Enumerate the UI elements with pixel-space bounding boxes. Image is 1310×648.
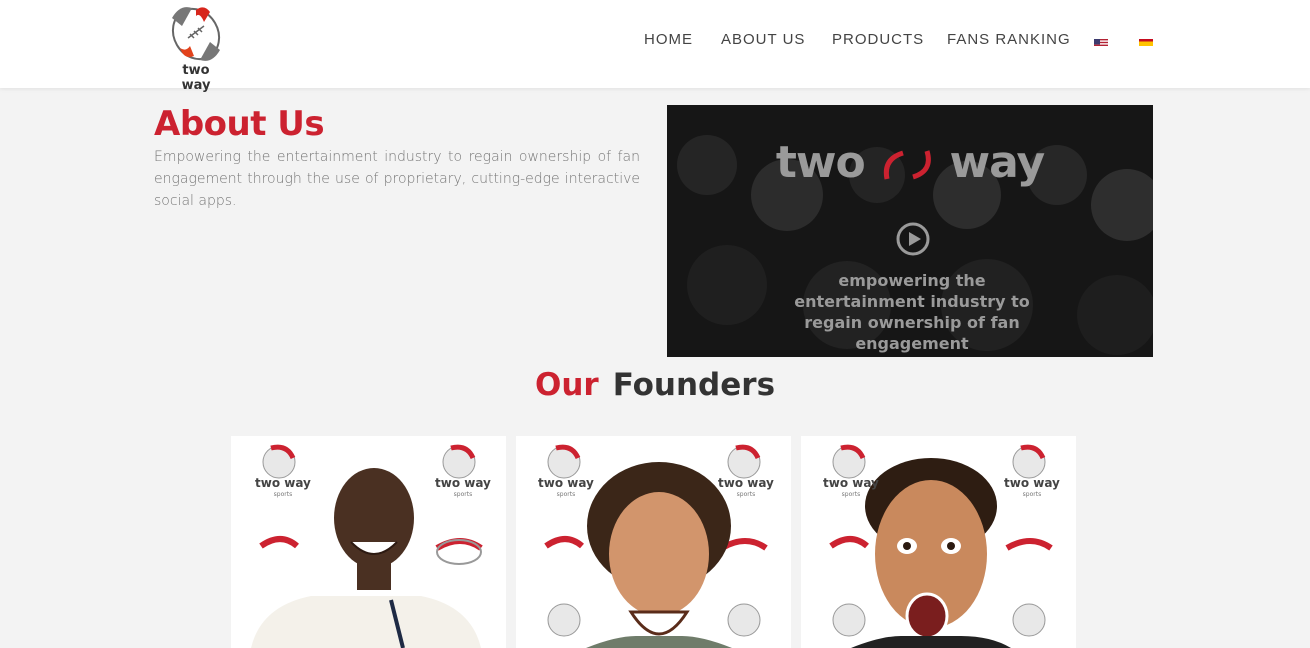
main-nav: HOME ABOUT US PRODUCTS FANS RANKING — [610, 31, 1310, 51]
us-flag-icon[interactable] — [1094, 36, 1108, 46]
about-text: Empowering the entertainment industry to… — [154, 149, 640, 209]
logo-text: two way — [181, 63, 211, 93]
founder-card-3-brand: two way sports — [823, 476, 879, 498]
logo-icon — [171, 7, 221, 61]
founder-photo-1 — [231, 436, 506, 648]
founder-card-2-brand-2: two way sports — [718, 476, 774, 498]
site-header: two way HOME ABOUT US PRODUCTS FANS RANK… — [0, 0, 1310, 93]
nav-about-us[interactable]: ABOUT US — [721, 31, 805, 48]
nav-products[interactable]: PRODUCTS — [832, 31, 924, 48]
play-icon[interactable] — [896, 222, 930, 256]
founder-card-1-brand: two way sports — [255, 476, 311, 498]
es-flag-icon[interactable] — [1139, 36, 1153, 46]
intro-video[interactable]: two way empowering the entertainment ind… — [667, 105, 1153, 357]
video-logo-right: way — [949, 137, 1045, 188]
video-logo: two way — [667, 137, 1153, 188]
nav-home[interactable]: HOME — [644, 31, 693, 48]
video-logo-left: two — [775, 137, 866, 188]
founder-photo-3 — [801, 436, 1076, 648]
swirl-icon — [879, 145, 935, 185]
founders-title-rest: Founders — [612, 367, 776, 403]
founder-photo-2 — [516, 436, 791, 648]
about-title: About Us — [154, 104, 325, 144]
video-caption: empowering the entertainment industry to… — [794, 271, 1030, 353]
founders-title-accent: Our — [534, 367, 599, 403]
founder-card-1[interactable]: two way sports two way sports — [231, 436, 506, 648]
founder-card-2-brand: two way sports — [538, 476, 594, 498]
founders-title: Our Founders — [0, 367, 1310, 403]
founder-card-1-brand-2: two way sports — [435, 476, 491, 498]
founder-card-2[interactable]: two way sports two way sports — [516, 436, 791, 648]
logo[interactable]: two way — [166, 4, 226, 93]
founder-card-3-brand-2: two way sports — [1004, 476, 1060, 498]
nav-fans-ranking[interactable]: FANS RANKING — [947, 31, 1071, 48]
founder-card-3[interactable]: two way sports two way sports — [801, 436, 1076, 648]
